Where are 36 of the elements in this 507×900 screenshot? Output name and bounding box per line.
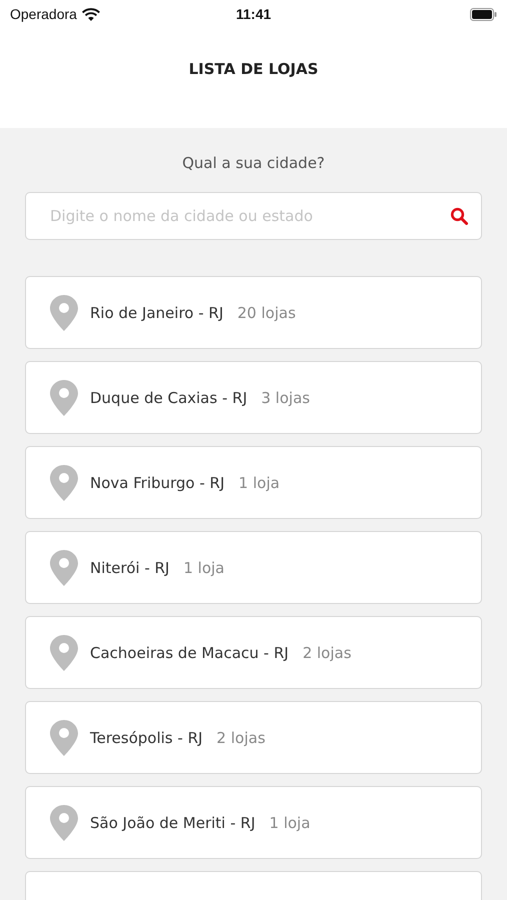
city-card[interactable]: Rio de Janeiro - RJ 20 lojas xyxy=(25,276,482,349)
battery-icon xyxy=(470,8,497,20)
store-count: 2 lojas xyxy=(216,728,266,746)
store-count: 3 lojas xyxy=(261,388,310,406)
city-card[interactable]: Cachoeiras de Macacu - RJ 2 lojas xyxy=(25,616,482,689)
city-name: Nova Friburgo - RJ xyxy=(90,474,225,492)
store-count: 2 lojas xyxy=(302,644,352,662)
location-pin-icon xyxy=(50,634,78,670)
location-pin-icon xyxy=(50,294,78,330)
store-count: 1 loja xyxy=(238,474,280,492)
city-name: Rio de Janeiro - RJ xyxy=(90,304,224,322)
location-pin-icon xyxy=(50,804,78,840)
city-card[interactable]: Nova Friburgo - RJ 1 loja xyxy=(25,446,482,519)
city-card[interactable]: Niterói - RJ 1 loja xyxy=(25,531,482,604)
page-title: LISTA DE LOJAS xyxy=(188,59,320,80)
store-count: 1 loja xyxy=(183,558,224,576)
search-icon[interactable] xyxy=(450,207,468,225)
city-name: São João de Meriti - RJ xyxy=(90,814,256,832)
search-field[interactable]: Digite o nome da cidade ou estado xyxy=(25,192,482,240)
city-name: Teresópolis - RJ xyxy=(90,728,203,746)
store-count: 1 loja xyxy=(269,814,310,832)
location-pin-icon xyxy=(50,380,78,416)
status-time: 11:41 xyxy=(236,6,272,22)
location-pin-icon xyxy=(50,550,78,586)
city-name: Duque de Caxias - RJ xyxy=(90,388,248,406)
city-prompt: Qual a sua cidade? xyxy=(181,154,326,172)
wifi-icon xyxy=(82,8,100,20)
store-count: 20 lojas xyxy=(237,304,296,322)
city-name: Cachoeiras de Macacu - RJ xyxy=(90,644,289,662)
location-pin-icon xyxy=(50,720,78,756)
city-name: Niterói - RJ xyxy=(90,558,170,576)
city-card[interactable]: Teresópolis - RJ 2 lojas xyxy=(25,701,482,774)
city-card[interactable]: Duque de Caxias - RJ 3 lojas xyxy=(25,361,482,434)
city-card[interactable]: São João de Meriti - RJ 1 loja xyxy=(25,786,482,859)
carrier-name: Operadora xyxy=(10,6,77,22)
location-pin-icon xyxy=(50,464,78,500)
